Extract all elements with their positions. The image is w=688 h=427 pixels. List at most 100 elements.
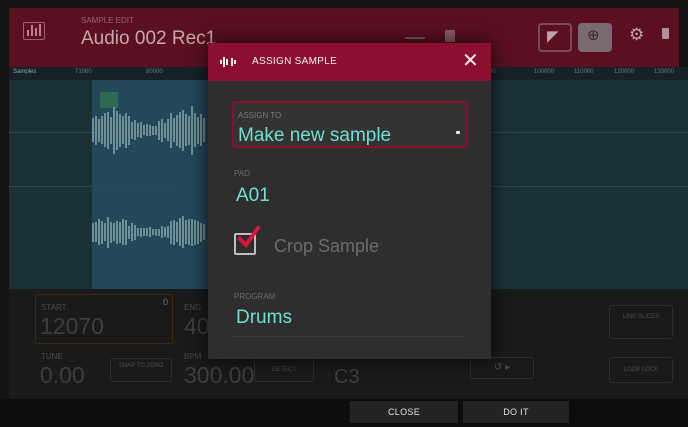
waveform-bar bbox=[98, 118, 100, 142]
waveform-bar bbox=[155, 125, 157, 135]
waveform-bar bbox=[128, 115, 130, 145]
waveform-bar bbox=[191, 218, 193, 246]
tune-label: TUNE bbox=[41, 352, 63, 361]
waveform-bar bbox=[161, 118, 163, 142]
program-value[interactable]: Drums bbox=[236, 307, 292, 329]
waveform-bar bbox=[188, 115, 190, 145]
waveform-bar bbox=[119, 113, 121, 147]
root-note-value: C3 bbox=[334, 366, 360, 388]
start-value: 12070 bbox=[40, 313, 104, 339]
waveform-bar bbox=[119, 221, 121, 243]
waveform-bar bbox=[173, 118, 175, 142]
start-label: START bbox=[41, 303, 67, 312]
waveform-icon bbox=[23, 22, 45, 40]
footer-bar bbox=[0, 399, 688, 427]
assign-to-label: ASSIGN TO bbox=[238, 111, 282, 120]
waveform-bar bbox=[167, 119, 169, 141]
waveform-bar bbox=[146, 228, 148, 236]
header-title: Audio 002 Rec1 bbox=[81, 28, 217, 49]
dialog-header: ASSIGN SAMPLE ✕ bbox=[208, 43, 491, 81]
waveform-bar bbox=[98, 219, 100, 245]
waveform-bar bbox=[164, 227, 166, 237]
headphones-button[interactable]: ◤ bbox=[538, 23, 572, 52]
waveform-bar bbox=[149, 227, 151, 237]
waveform-bar bbox=[104, 223, 106, 241]
pad-value[interactable]: A01 bbox=[236, 185, 270, 207]
waveform-bar bbox=[188, 219, 190, 245]
detect-button[interactable]: DETECT bbox=[254, 358, 314, 382]
waveform-bar bbox=[182, 109, 184, 151]
waveform-bar bbox=[179, 218, 181, 246]
checkmark-icon bbox=[237, 225, 261, 249]
waveform-bar bbox=[179, 112, 181, 148]
waveform-bar bbox=[113, 223, 115, 241]
waveform-bar bbox=[113, 106, 115, 154]
zoom-button[interactable]: ⊕ bbox=[578, 23, 612, 52]
waveform-bar bbox=[152, 229, 154, 235]
waveform-bar bbox=[197, 220, 199, 244]
header-subtitle: SAMPLE EDIT bbox=[81, 16, 134, 25]
waveform-bar bbox=[170, 112, 172, 148]
waveform-bar bbox=[158, 120, 160, 140]
waveform-bar bbox=[101, 220, 103, 244]
waveform-bar bbox=[134, 120, 136, 140]
waveform-bar bbox=[125, 112, 127, 148]
waveform-bar bbox=[146, 124, 148, 136]
waveform-bar bbox=[137, 228, 139, 236]
zoom-icon: ⊕ bbox=[587, 27, 600, 44]
assign-to-dropdown[interactable]: ASSIGN TO Make new sample bbox=[232, 101, 468, 148]
waveform-bar bbox=[200, 114, 202, 146]
waveform-bar bbox=[155, 228, 157, 236]
dropdown-indicator-icon bbox=[456, 131, 460, 134]
headphones-icon: ◤ bbox=[547, 28, 559, 45]
gear-icon[interactable]: ⚙ bbox=[629, 25, 644, 45]
menu-icon[interactable] bbox=[662, 28, 669, 39]
pad-label: PAD bbox=[234, 169, 250, 178]
close-icon[interactable]: ✕ bbox=[462, 50, 479, 72]
waveform-bar bbox=[152, 125, 154, 135]
end-value: 40 bbox=[184, 313, 210, 339]
waveform-bar bbox=[161, 226, 163, 238]
link-slices-button[interactable]: LINK SLICES bbox=[609, 305, 673, 339]
tune-value: 0.00 bbox=[40, 362, 85, 388]
waveform-bar bbox=[134, 224, 136, 240]
waveform-bar bbox=[203, 224, 205, 240]
waveform-bar bbox=[170, 220, 172, 244]
close-button[interactable]: CLOSE bbox=[350, 401, 458, 423]
waveform-bar bbox=[143, 125, 145, 135]
waveform-bar bbox=[137, 123, 139, 137]
waveform-bar bbox=[95, 115, 97, 145]
waveform-bar bbox=[203, 118, 205, 142]
waveform-bar bbox=[197, 116, 199, 144]
waveform-bar bbox=[122, 116, 124, 144]
waveform-bar bbox=[200, 222, 202, 242]
snap-to-zero-button[interactable]: SNAP TO ZERO bbox=[110, 358, 172, 382]
ruler-tick: 100000 bbox=[534, 69, 555, 75]
waveform-bar bbox=[194, 219, 196, 245]
waveform-bar bbox=[185, 114, 187, 146]
crop-sample-label: Crop Sample bbox=[274, 236, 380, 256]
loop-lock-button[interactable]: LOOP LOCK bbox=[609, 357, 673, 383]
start-badge: 0 bbox=[163, 297, 169, 307]
waveform-bar bbox=[140, 122, 142, 138]
waveform-bar bbox=[182, 216, 184, 248]
ruler-tick: 110000 bbox=[574, 69, 594, 75]
loop-mode-button[interactable]: ↺ ▸ bbox=[470, 357, 534, 379]
dialog-title: ASSIGN SAMPLE bbox=[252, 56, 338, 67]
waveform-bar bbox=[140, 227, 142, 237]
trash-icon[interactable] bbox=[445, 30, 455, 42]
waveform-bar bbox=[92, 222, 94, 242]
bpm-value: 300.00 bbox=[184, 362, 255, 388]
program-label: PROGRAM bbox=[234, 292, 276, 301]
waveform-bar bbox=[116, 220, 118, 244]
waveform-bar bbox=[107, 216, 109, 248]
waveform-right bbox=[92, 212, 205, 252]
waveform-bar bbox=[176, 114, 178, 146]
ruler-section-label: Samples bbox=[13, 69, 37, 75]
waveform-bar bbox=[191, 105, 193, 155]
ruler-tick: 71060 bbox=[75, 69, 92, 75]
do-it-button[interactable]: DO IT bbox=[463, 401, 569, 423]
waveform-bar bbox=[95, 222, 97, 242]
waveform-bar bbox=[131, 121, 133, 139]
waveform-bar bbox=[128, 225, 130, 239]
